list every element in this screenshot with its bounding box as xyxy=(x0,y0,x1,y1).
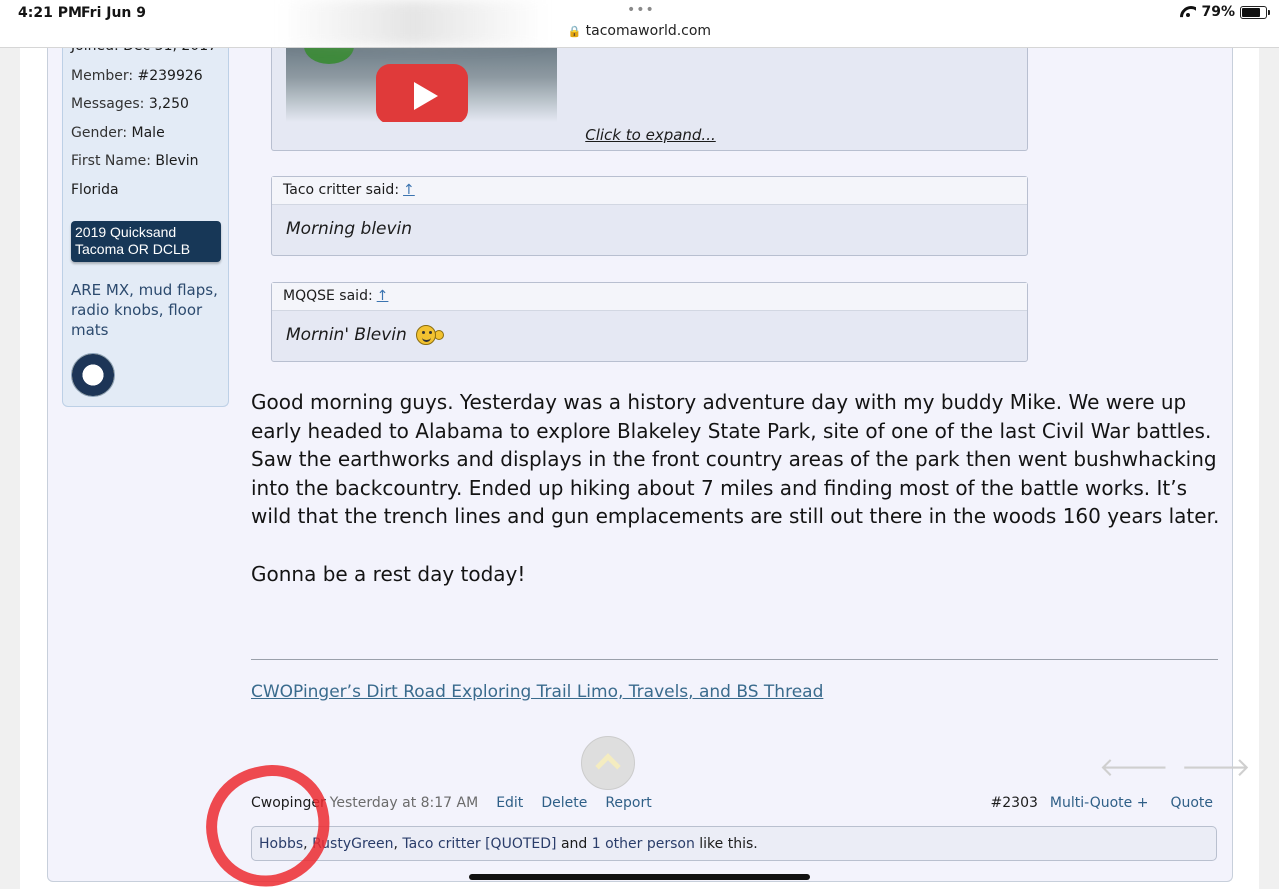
quote-author: Taco critter said: xyxy=(283,182,400,198)
signature-divider xyxy=(251,659,1218,660)
likes-and: and xyxy=(560,836,588,852)
scroll-to-top-button[interactable] xyxy=(581,736,635,790)
delete-link[interactable]: Delete xyxy=(541,795,587,811)
gender-label: Gender: xyxy=(71,125,128,141)
post-actions: #2303 Multi-Quote + Quote xyxy=(991,795,1213,811)
gender-value: Male xyxy=(131,125,165,141)
post-date[interactable]: Yesterday at 8:17 AM xyxy=(330,795,478,811)
lock-icon: 🔒 xyxy=(567,25,582,38)
quote-header: MQQSE said: ↑ xyxy=(272,283,1027,311)
post-meta: Cwopinger Yesterday at 8:17 AM Edit Delete R… xyxy=(251,795,652,811)
battery-percent: 79% xyxy=(1201,4,1235,20)
quote-text: Mornin' Blevin xyxy=(286,325,407,345)
post-author-link[interactable]: Cwopinger xyxy=(251,795,326,811)
jump-to-quote-icon[interactable]: ↑ xyxy=(377,288,389,304)
vehicle-mods: ARE MX, mud flaps, radio knobs, floor ma… xyxy=(71,281,218,339)
likes-suffix: like this. xyxy=(699,836,758,852)
coast-guard-seal-icon xyxy=(71,353,115,397)
member-value: #239926 xyxy=(137,68,203,84)
status-indicators: 79% xyxy=(1180,4,1270,20)
play-button[interactable] xyxy=(376,64,468,122)
user-messages: Messages: 3,250 xyxy=(71,96,189,112)
status-time: 4:21 PM xyxy=(18,5,82,21)
quote-button[interactable]: Quote xyxy=(1170,795,1213,811)
channel-avatar-icon xyxy=(304,48,354,64)
message-body: Good morning guys. Yesterday was a histo… xyxy=(251,388,1221,617)
signature-thread-link[interactable]: CWOPinger’s Dirt Road Exploring Trail Li… xyxy=(251,682,823,702)
quote-author: MQQSE said: xyxy=(283,288,373,304)
user-gender: Gender: Male xyxy=(71,125,165,141)
messages-value: 3,250 xyxy=(148,96,189,112)
user-info-panel: Joined: Dec 31, 2017 Member: #239926 Mes… xyxy=(62,38,229,407)
first-name-label: First Name: xyxy=(71,153,151,169)
address-bar[interactable]: 🔒 tacomaworld.com xyxy=(0,23,1279,39)
post-number-link[interactable]: #2303 xyxy=(991,795,1038,811)
quote-text: Morning blevin xyxy=(286,219,413,239)
home-indicator[interactable] xyxy=(469,874,810,880)
address-url: tacomaworld.com xyxy=(585,23,712,39)
quoted-tag: [QUOTED] xyxy=(485,836,557,852)
jump-to-quote-icon[interactable]: ↑ xyxy=(403,182,415,198)
chevron-up-icon xyxy=(595,753,621,779)
waving-smiley-icon xyxy=(416,325,437,345)
message-paragraph: Gonna be a rest day today! xyxy=(251,561,526,586)
likes-summary: Hobbs, RustyGreen, Taco critter [QUOTED]… xyxy=(251,826,1217,861)
quote-body: Mornin' Blevin xyxy=(272,311,1027,359)
member-label: Member: xyxy=(71,68,134,84)
play-icon xyxy=(414,82,438,110)
quote-header: Taco critter said: ↑ xyxy=(272,177,1027,205)
user-member: Member: #239926 xyxy=(71,68,203,84)
other-likers-link[interactable]: 1 other person xyxy=(592,836,695,852)
tab-options-icon[interactable]: ••• xyxy=(627,2,655,18)
quote-box: Taco critter said: ↑ Morning blevin xyxy=(271,176,1028,256)
battery-icon xyxy=(1240,5,1270,19)
quote-box: MQQSE said: ↑ Mornin' Blevin xyxy=(271,282,1028,362)
arrow-right-icon[interactable]: 🡒 xyxy=(1181,752,1251,783)
quote-box-video: Click to expand... xyxy=(271,48,1028,151)
user-location: Florida xyxy=(71,182,119,198)
video-thumbnail[interactable] xyxy=(286,48,557,122)
arrow-left-icon[interactable]: 🡐 xyxy=(1099,752,1169,783)
click-to-expand-link[interactable]: Click to expand... xyxy=(272,126,1029,144)
first-name-value: Blevin xyxy=(155,153,199,169)
wifi-icon xyxy=(1180,6,1196,18)
user-first-name: First Name: Blevin xyxy=(71,153,199,169)
message-paragraph: Good morning guys. Yesterday was a histo… xyxy=(251,390,1220,529)
messages-label: Messages: xyxy=(71,96,145,112)
vehicle-badge: 2019 Quicksand Tacoma OR DCLB xyxy=(71,221,221,262)
liker-link[interactable]: Taco critter xyxy=(402,836,480,852)
status-bar: 4:21 PM Fri Jun 9 ••• 🔒 tacomaworld.com 7… xyxy=(0,0,1279,48)
report-link[interactable]: Report xyxy=(605,795,651,811)
liker-link[interactable]: RustyGreen xyxy=(312,836,393,852)
liker-link[interactable]: Hobbs xyxy=(259,836,303,852)
edit-link[interactable]: Edit xyxy=(496,795,523,811)
multi-quote-button[interactable]: Multi-Quote + xyxy=(1050,795,1149,811)
battery-level xyxy=(1242,7,1261,17)
status-date: Fri Jun 9 xyxy=(81,5,147,21)
